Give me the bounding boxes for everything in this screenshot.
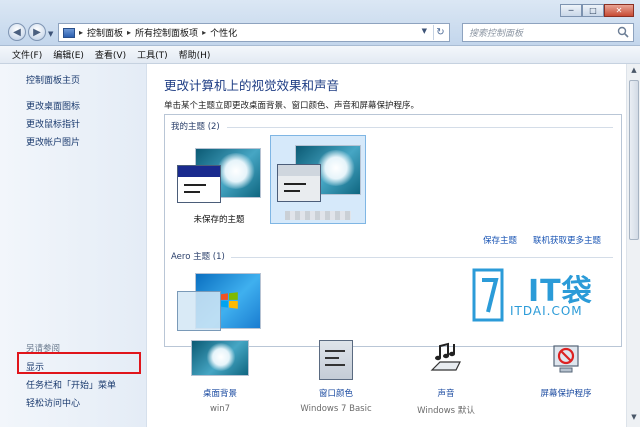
breadcrumb-separator: ▸ (202, 28, 207, 37)
window-preview (277, 164, 321, 202)
theme-name-obscured (285, 211, 351, 220)
breadcrumb-all-items[interactable]: 所有控制面板项 (135, 26, 198, 39)
window-color-icon (319, 340, 353, 380)
menu-file[interactable]: 文件(F) (12, 48, 42, 61)
back-arrow-icon: ◀ (13, 26, 21, 38)
window-preview-line (184, 191, 200, 193)
vertical-scrollbar[interactable]: ▲ ▼ (626, 64, 640, 427)
sidebar-link-control-panel-home[interactable]: 控制面板主页 (26, 73, 80, 86)
forward-button[interactable]: ▶ (28, 23, 46, 41)
sound-value: Windows 默认 (417, 406, 475, 416)
breadcrumb-separator: ▸ (79, 28, 84, 37)
sidebar-link-display[interactable]: 显示 (26, 360, 44, 373)
scroll-up-icon[interactable]: ▲ (629, 66, 639, 78)
breadcrumb-personalization[interactable]: 个性化 (210, 26, 237, 39)
window-preview-line (184, 184, 206, 186)
desktop-background-label: 桌面背景 (202, 389, 237, 399)
page-subtitle: 单击某个主题立即更改桌面背景、窗口颜色、声音和屏幕保护程序。 (164, 101, 420, 111)
group-divider (227, 127, 613, 128)
window-preview (177, 291, 221, 331)
window-preview-line (284, 190, 300, 192)
tree-image (316, 150, 356, 186)
refresh-icon: ↻ (436, 27, 445, 38)
address-bar[interactable]: ▸ 控制面板 ▸ 所有控制面板项 ▸ 个性化 ▼ ↻ (58, 23, 450, 42)
control-panel-icon (63, 27, 75, 38)
get-more-themes-link[interactable]: 联机获取更多主题 (533, 234, 601, 246)
window-preview-line (284, 183, 306, 185)
refresh-button[interactable]: ↻ (433, 25, 447, 40)
breadcrumb-control-panel[interactable]: 控制面板 (87, 26, 123, 39)
desktop-background-item[interactable]: 桌面背景 win7 (174, 340, 266, 420)
search-placeholder: 搜索控制面板 (469, 29, 524, 39)
aero-themes-header: Aero 主题 (1) (171, 252, 225, 262)
page-title: 更改计算机上的视觉效果和声音 (164, 78, 340, 93)
history-dropdown-icon[interactable]: ▼ (48, 30, 53, 38)
sidebar-link-desktop-icons[interactable]: 更改桌面图标 (26, 99, 80, 112)
window-preview (177, 165, 221, 203)
my-themes-header: 我的主题 (2) (171, 122, 220, 132)
desktop-background-value: win7 (209, 404, 231, 414)
minimize-button[interactable]: ─ (560, 4, 582, 17)
sidebar-link-mouse-pointers[interactable]: 更改鼠标指针 (26, 117, 80, 130)
theme-name-unsaved: 未保存的主题 (193, 215, 245, 225)
search-icon[interactable] (617, 26, 629, 38)
forward-arrow-icon: ▶ (33, 26, 41, 38)
itdai-logo-mark (472, 268, 504, 322)
scroll-down-icon[interactable]: ▼ (629, 413, 639, 425)
tree-image (206, 343, 236, 371)
itdai-logo-url: ITDAI.COM (510, 304, 583, 318)
sound-label: 声音 (437, 389, 455, 399)
group-divider (231, 257, 613, 258)
windows-logo-icon (220, 292, 238, 309)
menu-view[interactable]: 查看(V) (95, 48, 126, 61)
window-titlebar: ─ □ ✕ ◀ ▶ ▼ ▸ 控制面板 ▸ 所有控制面板项 ▸ 个性化 ▼ ↻ 搜… (0, 0, 640, 46)
save-theme-link[interactable]: 保存主题 (483, 234, 517, 246)
window-color-label: 窗口颜色 (318, 389, 353, 399)
desktop-background-icon (191, 340, 249, 376)
menu-edit[interactable]: 编辑(E) (53, 48, 84, 61)
close-button[interactable]: ✕ (604, 4, 634, 17)
maximize-button[interactable]: □ (582, 4, 604, 17)
sound-item[interactable]: 声音 Windows 默认 (400, 340, 492, 420)
screensaver-label: 屏幕保护程序 (540, 389, 592, 399)
window-controls: ─ □ ✕ (560, 4, 634, 17)
itdai-watermark-logo: IT袋 ITDAI.COM (470, 266, 610, 346)
back-button[interactable]: ◀ (8, 23, 26, 41)
screensaver-icon (553, 345, 579, 373)
sidebar: 控制面板主页 更改桌面图标 更改鼠标指针 更改帐户图片 另请参阅 显示 任务栏和… (0, 64, 147, 427)
search-input[interactable]: 搜索控制面板 (462, 23, 634, 42)
tree-image (216, 153, 256, 189)
sidebar-link-account-picture[interactable]: 更改帐户图片 (26, 135, 80, 148)
menu-tools[interactable]: 工具(T) (137, 48, 168, 61)
window-preview-titlebar (178, 166, 220, 177)
sidebar-link-ease-of-access[interactable]: 轻松访问中心 (26, 396, 80, 409)
window-preview-titlebar (278, 165, 320, 176)
sound-icon (430, 342, 461, 371)
address-dropdown-icon[interactable]: ▼ (422, 27, 427, 35)
screensaver-item[interactable]: 屏幕保护程序 (520, 340, 612, 420)
breadcrumb-separator: ▸ (127, 28, 132, 37)
scrollbar-thumb[interactable] (629, 80, 639, 240)
menu-help[interactable]: 帮助(H) (179, 48, 211, 61)
menu-bar: 文件(F) 编辑(E) 查看(V) 工具(T) 帮助(H) (0, 46, 640, 64)
window-color-item[interactable]: 窗口颜色 Windows 7 Basic (290, 340, 382, 420)
sidebar-link-taskbar-start-menu[interactable]: 任务栏和「开始」菜单 (26, 378, 116, 391)
window-color-value: Windows 7 Basic (300, 404, 372, 414)
bottom-settings-bar: 桌面背景 win7 窗口颜色 Windows 7 Basic 声音 Window… (148, 332, 626, 427)
